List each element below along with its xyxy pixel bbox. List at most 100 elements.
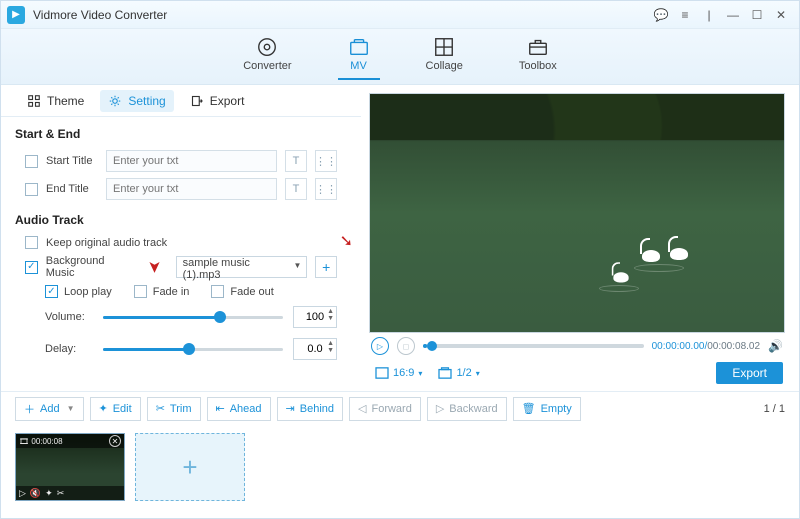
bg-music-value: sample music (1).mp3 xyxy=(183,257,250,281)
time-display: 00:00:00.00/00:00:08.02 xyxy=(652,341,760,352)
behind-button[interactable]: ⇥ Behind xyxy=(277,397,343,421)
export-button[interactable]: Export xyxy=(716,362,783,384)
startend-heading: Start & End xyxy=(1,117,361,147)
fadeout-label: Fade out xyxy=(230,286,273,298)
end-title-label: End Title xyxy=(46,183,98,195)
start-title-checkbox[interactable] xyxy=(25,155,38,168)
spin-down-icon[interactable]: ▼ xyxy=(327,315,334,322)
delay-label: Delay: xyxy=(45,343,93,355)
minimize-button[interactable]: — xyxy=(721,5,745,25)
forward-button[interactable]: ◁ Forward xyxy=(349,397,421,421)
end-title-input[interactable] xyxy=(106,178,277,200)
tab-export-label: Export xyxy=(210,94,245,108)
menu-icon[interactable]: ≡ xyxy=(673,5,697,25)
playbar: ▷ ◻ 00:00:00.00/00:00:08.02 🔊 xyxy=(369,333,785,359)
swan-graphic xyxy=(610,266,632,283)
tab-setting[interactable]: Setting xyxy=(100,90,173,112)
play-button[interactable]: ▷ xyxy=(371,337,389,355)
swan-graphic xyxy=(638,242,664,262)
text-reset-icon[interactable]: ⋮⋮ xyxy=(315,178,337,200)
timeline: 🎞 00:00:08 ✕ ▷ 🔇 ✦ ✂ + xyxy=(1,425,799,511)
text-style-icon[interactable]: T xyxy=(285,178,307,200)
start-title-input[interactable] xyxy=(106,150,277,172)
nav-converter[interactable]: Converter xyxy=(233,32,301,80)
audio-options-row: Loop play Fade in Fade out xyxy=(1,282,361,301)
tab-export[interactable]: Export xyxy=(182,90,253,112)
keep-audio-checkbox[interactable] xyxy=(25,236,38,249)
divider-icon: | xyxy=(697,5,721,25)
loop-checkbox[interactable] xyxy=(45,285,58,298)
nav-mv-label: MV xyxy=(350,60,367,72)
delay-slider[interactable] xyxy=(103,341,283,357)
loop-label: Loop play xyxy=(64,286,112,298)
play-icon[interactable]: ▷ xyxy=(19,488,26,499)
delay-row: Delay: 0.0▲▼ xyxy=(1,333,361,365)
remove-clip-button[interactable]: ✕ xyxy=(109,435,121,447)
stop-button[interactable]: ◻ xyxy=(397,337,415,355)
volume-icon[interactable]: 🔊 xyxy=(768,339,783,353)
fadein-label: Fade in xyxy=(153,286,190,298)
clip-thumbnail[interactable]: 🎞 00:00:08 ✕ ▷ 🔇 ✦ ✂ xyxy=(15,433,125,501)
fadeout-checkbox[interactable] xyxy=(211,285,224,298)
add-clip-button[interactable]: + xyxy=(135,433,245,501)
maximize-button[interactable]: ☐ xyxy=(745,5,769,25)
nav-toolbox[interactable]: Toolbox xyxy=(509,32,567,80)
mute-icon[interactable]: 🔇 xyxy=(30,488,41,499)
gear-icon xyxy=(108,94,122,108)
converter-icon xyxy=(256,36,278,58)
aspect-value: 16:9 xyxy=(393,367,414,379)
end-title-row: End Title T ⋮⋮ xyxy=(1,175,361,203)
ahead-button[interactable]: ⇤ Ahead xyxy=(207,397,271,421)
spin-up-icon[interactable]: ▲ xyxy=(327,308,334,315)
app-logo-icon: ▶ xyxy=(7,6,25,24)
tab-setting-label: Setting xyxy=(128,94,165,108)
audio-heading: Audio Track xyxy=(1,203,361,233)
fadein-checkbox[interactable] xyxy=(134,285,147,298)
keep-audio-row: Keep original audio track ➘ xyxy=(1,233,361,252)
effects-icon[interactable]: ✦ xyxy=(45,488,53,499)
volume-slider[interactable] xyxy=(103,309,283,325)
volume-label: Volume: xyxy=(45,311,93,323)
empty-button[interactable]: 🗑 Empty xyxy=(513,397,581,421)
close-button[interactable]: ✕ xyxy=(769,5,793,25)
titlebar: ▶ Vidmore Video Converter 💬 ≡ | — ☐ ✕ xyxy=(1,1,799,29)
bg-music-checkbox[interactable] xyxy=(25,261,38,274)
delay-value[interactable]: 0.0▲▼ xyxy=(293,338,337,360)
nav-collage-label: Collage xyxy=(426,60,463,72)
scale-select[interactable]: 1/2 ▾ xyxy=(434,365,483,381)
add-button[interactable]: ＋ Add▼ xyxy=(15,397,84,421)
top-nav: Converter MV Collage Toolbox xyxy=(1,29,799,85)
feedback-icon[interactable]: 💬 xyxy=(649,5,673,25)
nav-mv[interactable]: MV xyxy=(338,32,380,80)
bg-music-select[interactable]: sample music (1).mp3 xyxy=(176,256,308,278)
arrow-annotation-icon: ➘ xyxy=(340,231,353,251)
arrow-annotation-icon: ➤ xyxy=(145,260,165,273)
tab-theme-label: Theme xyxy=(47,94,84,108)
spin-down-icon[interactable]: ▼ xyxy=(327,347,334,354)
trim-button[interactable]: ✂ Trim xyxy=(147,397,201,421)
volume-row: Volume: 100▲▼ xyxy=(1,301,361,333)
spin-up-icon[interactable]: ▲ xyxy=(327,340,334,347)
progress-slider[interactable] xyxy=(423,344,644,348)
video-preview[interactable] xyxy=(369,93,785,333)
clip-duration: 00:00:08 xyxy=(31,437,62,446)
tab-theme[interactable]: Theme xyxy=(19,90,92,112)
volume-value[interactable]: 100▲▼ xyxy=(293,306,337,328)
theme-icon xyxy=(27,94,41,108)
text-style-icon[interactable]: T xyxy=(285,150,307,172)
nav-collage[interactable]: Collage xyxy=(416,32,473,80)
cut-icon[interactable]: ✂ xyxy=(57,488,65,499)
mv-icon xyxy=(348,36,370,58)
backward-button[interactable]: ▷ Backward xyxy=(427,397,507,421)
edit-button[interactable]: ✦ Edit xyxy=(90,397,141,421)
nav-converter-label: Converter xyxy=(243,60,291,72)
nav-toolbox-label: Toolbox xyxy=(519,60,557,72)
add-music-button[interactable]: + xyxy=(315,256,337,278)
aspect-select[interactable]: 16:9 ▾ xyxy=(371,365,426,381)
app-title: Vidmore Video Converter xyxy=(33,8,167,22)
end-title-checkbox[interactable] xyxy=(25,183,38,196)
bg-music-row: Background Music ➤ sample music (1).mp3 … xyxy=(1,252,361,282)
text-reset-icon[interactable]: ⋮⋮ xyxy=(315,150,337,172)
scale-value: 1/2 xyxy=(456,367,471,379)
film-icon: 🎞 00:00:08 xyxy=(19,437,63,446)
